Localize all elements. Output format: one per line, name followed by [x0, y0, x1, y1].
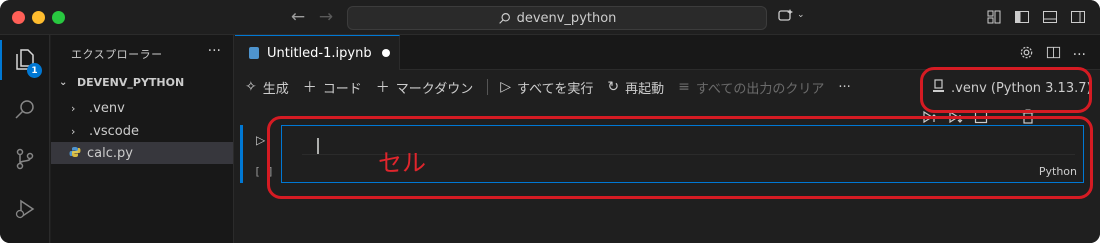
- clear-outputs-button[interactable]: ≡ すべての出力のクリア: [678, 78, 824, 97]
- run-all-label: すべてを実行: [517, 81, 594, 97]
- restart-button[interactable]: ↻ 再起動: [607, 78, 664, 97]
- chevron-right-icon: ›: [71, 124, 76, 138]
- copilot-icon: [778, 9, 793, 21]
- toolbar-more-button[interactable]: ···: [838, 80, 850, 95]
- vscode-window: ← → devenv_python ⌄ 1 エクスプローラー ··· ⌄ DEV…: [0, 0, 1100, 243]
- sparkle-icon: ✧: [245, 79, 257, 95]
- generate-label: 生成: [262, 81, 289, 97]
- split-editor-icon[interactable]: [1046, 45, 1061, 64]
- activity-bar: 1: [0, 35, 50, 243]
- restart-label: 再起動: [625, 81, 665, 97]
- more-actions-icon[interactable]: ···: [1073, 47, 1086, 63]
- plus-icon: ＋: [375, 80, 390, 96]
- sidebar-more-button[interactable]: ···: [208, 43, 221, 59]
- maximize-window-button[interactable]: [52, 11, 65, 24]
- source-control-icon[interactable]: [13, 147, 37, 171]
- toolbar-divider: [487, 79, 489, 95]
- chevron-down-icon: ⌄: [797, 10, 805, 20]
- clear-outputs-label: すべての出力のクリア: [695, 81, 825, 97]
- command-center-search[interactable]: devenv_python: [347, 6, 767, 30]
- gear-icon[interactable]: [1019, 45, 1034, 64]
- command-center-text: devenv_python: [516, 10, 617, 26]
- restart-icon: ↻: [607, 79, 620, 95]
- title-bar: ← → devenv_python ⌄: [0, 0, 1100, 35]
- kernel-highlight-annotation: [920, 67, 1092, 113]
- unsaved-dot-icon[interactable]: [381, 49, 390, 57]
- tab-label: Untitled-1.ipynb: [267, 45, 372, 61]
- notebook-icon: [249, 47, 259, 59]
- markdown-label: マークダウン: [395, 81, 474, 97]
- search-icon[interactable]: [13, 97, 37, 121]
- customize-layout-icon[interactable]: [986, 9, 1002, 25]
- forward-arrow-icon[interactable]: →: [316, 7, 336, 27]
- cell-focus-indicator: [240, 125, 243, 183]
- search-icon: [498, 12, 510, 24]
- add-markdown-cell-button[interactable]: ＋ マークダウン: [376, 77, 473, 97]
- generate-button[interactable]: ✧ 生成: [245, 78, 289, 97]
- minimize-window-button[interactable]: [32, 11, 45, 24]
- toggle-secondary-sidebar-icon[interactable]: [1070, 9, 1086, 25]
- folder-header[interactable]: ⌄ DEVENV_PYTHON: [59, 76, 184, 89]
- run-cell-icon[interactable]: ▷: [256, 133, 265, 147]
- run-all-icon: ▷: [500, 79, 512, 95]
- layout-controls: [986, 9, 1086, 25]
- add-code-cell-button[interactable]: ＋ コード: [303, 77, 362, 97]
- back-arrow-icon[interactable]: ←: [288, 7, 308, 27]
- sidebar-title: エクスプローラー: [71, 48, 163, 61]
- explorer-badge: 1: [27, 63, 42, 78]
- folder-name: DEVENV_PYTHON: [77, 76, 185, 89]
- sidebar-item-label: calc.py: [87, 145, 133, 161]
- sidebar-item-vscode[interactable]: › .vscode: [51, 120, 233, 142]
- toggle-panel-icon[interactable]: [1042, 9, 1058, 25]
- sidebar-item-venv[interactable]: › .venv: [51, 97, 233, 119]
- toggle-primary-sidebar-icon[interactable]: [1014, 9, 1030, 25]
- sidebar-item-label: .venv: [89, 100, 125, 116]
- sidebar-item-label: .vscode: [89, 123, 139, 139]
- chevron-down-icon: ⌄: [59, 77, 68, 88]
- editor-actions: ···: [1019, 45, 1086, 64]
- clear-all-icon: ≡: [678, 79, 690, 95]
- tab-untitled-notebook[interactable]: Untitled-1.ipynb: [235, 35, 400, 70]
- active-indicator: [0, 40, 2, 80]
- run-all-button[interactable]: ▷ すべてを実行: [500, 78, 593, 97]
- plus-icon: ＋: [302, 80, 317, 96]
- sidebar-item-calc-py[interactable]: calc.py: [51, 142, 233, 164]
- code-label: コード: [322, 81, 362, 97]
- cell-annotation-label: セル: [378, 149, 426, 177]
- chevron-right-icon: ›: [71, 101, 76, 115]
- close-window-button[interactable]: [12, 11, 25, 24]
- python-file-icon: [69, 146, 81, 161]
- run-debug-icon[interactable]: [13, 197, 37, 221]
- tab-bar: Untitled-1.ipynb ···: [235, 35, 1100, 70]
- copilot-menu[interactable]: ⌄: [778, 8, 805, 22]
- explorer-sidebar: エクスプローラー ··· ⌄ DEVENV_PYTHON › .venv › .…: [51, 35, 234, 243]
